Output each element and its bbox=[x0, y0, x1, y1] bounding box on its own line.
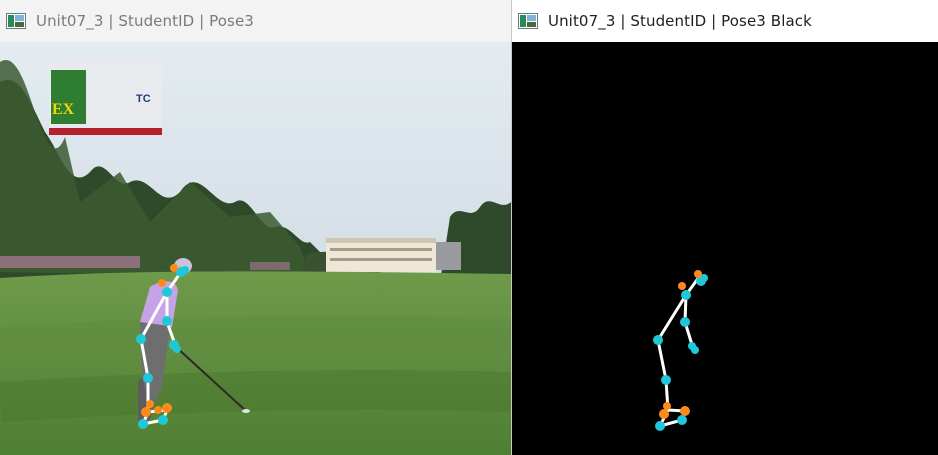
keypoint-toe bbox=[677, 415, 687, 425]
pose-window[interactable]: Unit07_3 | StudentID | Pose3 EX TC bbox=[0, 0, 511, 455]
keypoint-ear bbox=[170, 264, 178, 272]
keypoint-heel bbox=[154, 406, 162, 414]
window-titlebar[interactable]: Unit07_3 | StudentID | Pose3 bbox=[0, 0, 511, 42]
keypoint-toe bbox=[158, 415, 168, 425]
pose-black-view bbox=[512, 42, 938, 455]
window-title: Unit07_3 | StudentID | Pose3 Black bbox=[548, 12, 812, 30]
pose-black-window[interactable]: Unit07_3 | StudentID | Pose3 Black bbox=[511, 0, 938, 455]
keypoint-ankle bbox=[659, 409, 669, 419]
window-titlebar[interactable]: Unit07_3 | StudentID | Pose3 Black bbox=[512, 0, 938, 42]
keypoint-shoulder bbox=[681, 290, 691, 300]
keypoint-knee bbox=[661, 375, 671, 385]
keypoint-knee bbox=[143, 373, 153, 383]
keypoint-hip bbox=[653, 335, 663, 345]
window-title: Unit07_3 | StudentID | Pose3 bbox=[36, 12, 254, 30]
keypoint-elbow bbox=[162, 316, 172, 326]
keypoint-elbow bbox=[680, 317, 690, 327]
keypoint-ankle bbox=[141, 407, 151, 417]
keypoint-shoulder bbox=[678, 282, 686, 290]
keypoint-ankle bbox=[162, 403, 172, 413]
pose-image-view: EX TC bbox=[0, 42, 511, 455]
keypoint-toe bbox=[138, 419, 148, 429]
golf-scene-image: EX TC bbox=[0, 42, 511, 455]
keypoint-shoulder bbox=[158, 279, 166, 287]
pose-skeleton-image bbox=[512, 42, 938, 455]
keypoint-wrist bbox=[173, 345, 181, 353]
keypoint-ankle bbox=[663, 402, 671, 410]
sponsor-sign: EX TC bbox=[49, 60, 162, 135]
keypoint-ear bbox=[694, 270, 702, 278]
keypoint-hip bbox=[136, 334, 146, 344]
keypoint-shoulder bbox=[162, 287, 172, 297]
keypoint-ankle bbox=[680, 406, 690, 416]
image-viewer-icon bbox=[6, 13, 26, 29]
keypoint-toe bbox=[655, 421, 665, 431]
keypoint-ankle bbox=[146, 400, 154, 408]
image-viewer-icon bbox=[518, 13, 538, 29]
sign-text-left: EX bbox=[52, 101, 75, 118]
keypoint-wrist bbox=[691, 346, 699, 354]
keypoint-eye bbox=[181, 266, 189, 274]
sign-text-right: TC bbox=[136, 93, 151, 105]
